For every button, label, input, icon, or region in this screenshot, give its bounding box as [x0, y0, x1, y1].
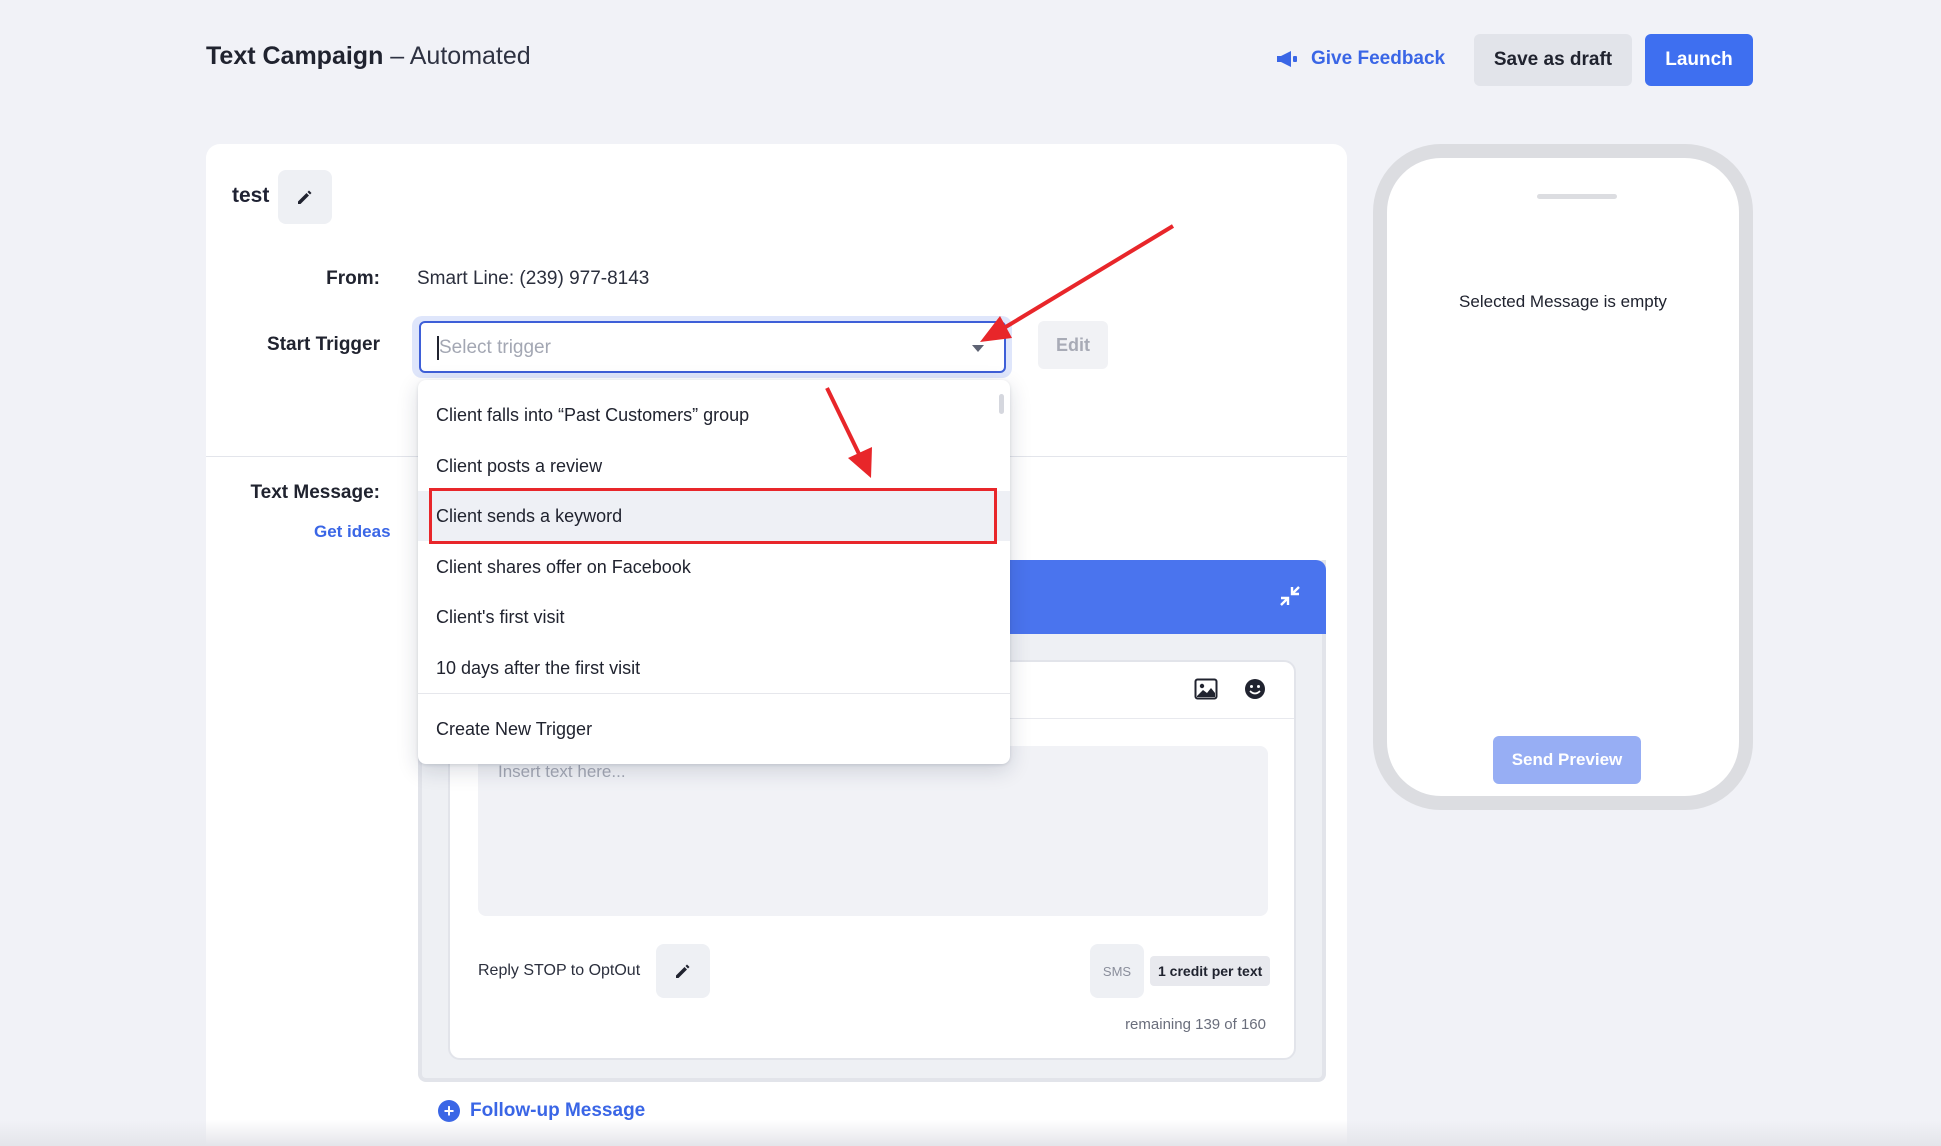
preview-empty-message: Selected Message is empty: [1459, 292, 1667, 311]
bottom-fade: [0, 1120, 1941, 1146]
collapse-icon[interactable]: [1278, 584, 1302, 608]
phone-preview: Selected Message is empty Send Preview: [1373, 144, 1753, 810]
campaign-name: test: [232, 184, 270, 207]
dropdown-item[interactable]: 10 days after the first visit: [418, 643, 1010, 693]
image-icon[interactable]: [1194, 678, 1218, 700]
emoji-icon[interactable]: [1244, 678, 1266, 700]
reply-stop-text: Reply STOP to OptOut: [478, 962, 641, 979]
start-trigger-label: Start Trigger: [267, 334, 380, 355]
plus-circle-icon: +: [438, 1100, 460, 1122]
launch-button[interactable]: Launch: [1645, 34, 1753, 86]
annotation-highlight-box: [429, 488, 997, 544]
text-cursor: [437, 336, 439, 360]
trigger-dropdown: Client falls into “Past Customers” group…: [418, 380, 1010, 764]
dropdown-item[interactable]: Client posts a review: [418, 441, 1010, 491]
followup-label: Follow-up Message: [470, 1100, 646, 1121]
page-title-sub: – Automated: [383, 42, 531, 70]
trigger-placeholder: Select trigger: [439, 337, 551, 358]
from-label: From:: [326, 268, 380, 289]
give-feedback-link[interactable]: Give Feedback: [1275, 48, 1445, 70]
page-title: Text Campaign – Automated: [206, 42, 531, 71]
chevron-down-icon[interactable]: [972, 345, 984, 352]
page-title-main: Text Campaign: [206, 42, 384, 70]
give-feedback-label: Give Feedback: [1311, 48, 1446, 69]
phone-speaker: [1537, 194, 1617, 199]
credit-badge: 1 credit per text: [1150, 956, 1271, 986]
trigger-select[interactable]: Select trigger: [419, 321, 1006, 373]
dropdown-item[interactable]: Client shares offer on Facebook: [418, 542, 1010, 592]
pencil-icon: [676, 964, 690, 978]
megaphone-icon: [1277, 51, 1297, 67]
message-text-input[interactable]: Insert text here...: [478, 746, 1268, 916]
dropdown-item[interactable]: Client's first visit: [418, 592, 1010, 642]
remaining-chars: remaining 139 of 160: [1125, 1016, 1266, 1033]
send-preview-button[interactable]: Send Preview: [1493, 736, 1641, 784]
sms-badge: SMS: [1090, 944, 1144, 998]
dropdown-divider: [418, 693, 1010, 694]
text-message-label: Text Message:: [250, 482, 380, 503]
edit-name-button[interactable]: [278, 170, 332, 224]
phone-home-bar: [1515, 798, 1639, 803]
page: Text Campaign – Automated Give Feedback …: [0, 0, 1941, 1146]
dropdown-item[interactable]: Client falls into “Past Customers” group: [418, 390, 1010, 440]
add-followup-button[interactable]: + Follow-up Message: [438, 1100, 645, 1122]
from-value: Smart Line: (239) 977-8143: [417, 268, 650, 289]
edit-optout-button[interactable]: [656, 944, 710, 998]
create-trigger-item[interactable]: Create New Trigger: [418, 704, 1010, 754]
save-draft-button[interactable]: Save as draft: [1474, 34, 1632, 86]
edit-trigger-button[interactable]: Edit: [1038, 321, 1108, 369]
get-ideas-link[interactable]: Get ideas: [314, 522, 391, 542]
pencil-icon: [298, 190, 312, 204]
